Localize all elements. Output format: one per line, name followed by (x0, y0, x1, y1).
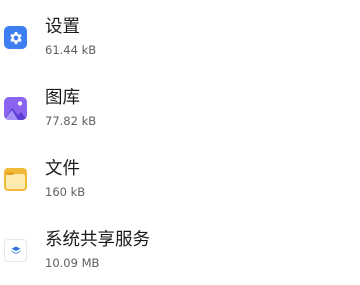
app-list-item-settings[interactable]: 设置 61.44 kB (0, 2, 360, 72)
app-name: 文件 (45, 159, 80, 179)
gallery-icon (4, 97, 27, 120)
gear-icon (4, 26, 27, 49)
app-list-item-files[interactable]: 文件 160 kB (0, 144, 360, 214)
app-size: 77.82 kB (45, 114, 97, 128)
app-list: 设置 61.44 kB 图库 77.82 kB 文件 160 kB 系统共享服务… (0, 0, 360, 282)
app-name: 设置 (45, 17, 80, 37)
app-name: 系统共享服务 (45, 230, 150, 250)
app-size: 160 kB (45, 185, 86, 199)
share-service-icon (4, 239, 27, 262)
app-name: 图库 (45, 88, 80, 108)
app-size: 10.09 MB (45, 256, 100, 270)
app-list-item-gallery[interactable]: 图库 77.82 kB (0, 73, 360, 143)
app-list-item-system-share-service[interactable]: 系统共享服务 10.09 MB (0, 215, 360, 285)
app-size: 61.44 kB (45, 43, 97, 57)
folder-icon (4, 168, 27, 191)
